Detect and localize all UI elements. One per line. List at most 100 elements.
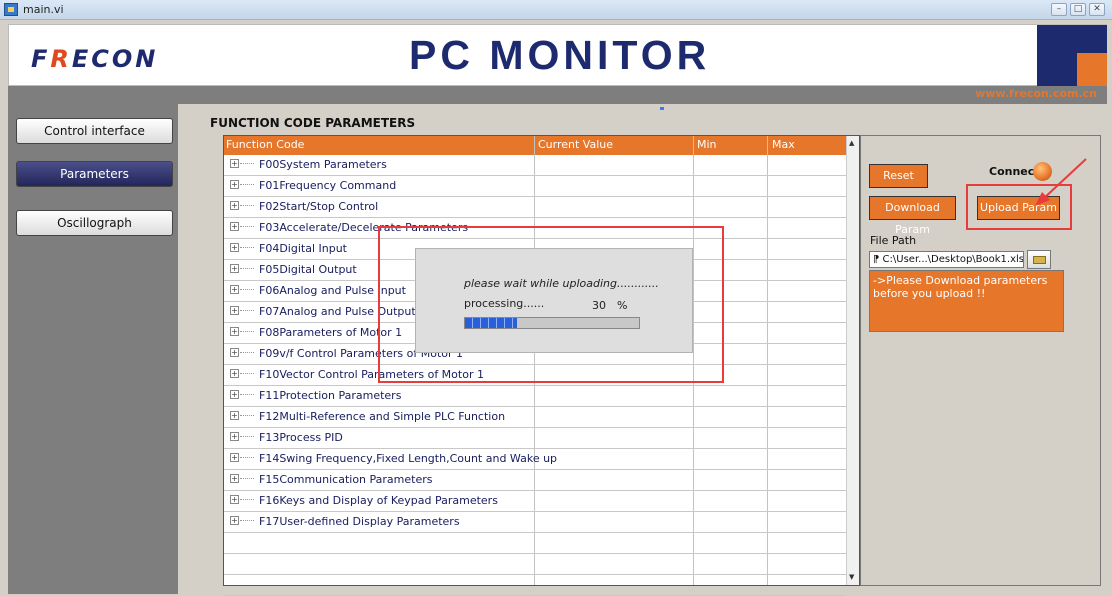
function-code-label: F13Process PID (259, 431, 343, 444)
frecon-logo: FRECON (31, 45, 159, 73)
column-header-min: Min (697, 138, 717, 151)
expand-plus-icon[interactable]: + (230, 411, 239, 420)
table-row[interactable] (224, 554, 846, 575)
expand-plus-icon[interactable]: + (230, 432, 239, 441)
tree-connector (240, 247, 254, 248)
dialog-processing-text: processing...... (464, 297, 545, 310)
function-code-label: F16Keys and Display of Keypad Parameters (259, 494, 498, 507)
tree-connector (240, 394, 254, 395)
table-scrollbar[interactable]: ▲ ▼ (846, 136, 859, 585)
tree-connector (240, 226, 254, 227)
tree-connector (240, 478, 254, 479)
tree-connector (240, 415, 254, 416)
maximize-button[interactable]: □ (1070, 3, 1086, 16)
scroll-up-arrow-icon[interactable]: ▲ (849, 139, 854, 147)
close-button[interactable]: ✕ (1089, 3, 1105, 16)
expand-plus-icon[interactable]: + (230, 516, 239, 525)
expand-plus-icon[interactable]: + (230, 327, 239, 336)
dialog-percent-value: 30 (592, 299, 606, 312)
nav-oscillograph-button[interactable]: Oscillograph (16, 210, 173, 236)
tree-connector (240, 436, 254, 437)
tree-connector (240, 352, 254, 353)
column-header-current-value: Current Value (538, 138, 614, 151)
table-row[interactable]: + F14Swing Frequency,Fixed Length,Count a… (224, 449, 846, 470)
header-decoration-accent (1077, 25, 1107, 87)
expand-plus-icon[interactable]: + (230, 264, 239, 273)
browse-folder-button[interactable] (1027, 250, 1051, 269)
expand-plus-icon[interactable]: + (230, 306, 239, 315)
function-code-label: F05Digital Output (259, 263, 357, 276)
expand-plus-icon[interactable]: + (230, 348, 239, 357)
table-row[interactable]: + F16Keys and Display of Keypad Parameter… (224, 491, 846, 512)
website-url: www.frecon.com.cn (975, 87, 1097, 100)
labview-app-icon (4, 3, 18, 16)
function-code-label: F11Protection Parameters (259, 389, 402, 402)
progress-bar-fill (465, 318, 518, 328)
page-title: PC MONITOR (409, 32, 711, 78)
tree-connector (240, 331, 254, 332)
expand-plus-icon[interactable]: + (230, 495, 239, 504)
column-header-max: Max (772, 138, 795, 151)
table-row[interactable] (224, 533, 846, 554)
tree-connector (240, 163, 254, 164)
column-header-function-code: Function Code (226, 138, 305, 151)
tree-connector (240, 268, 254, 269)
table-row[interactable]: + F11Protection Parameters (224, 386, 846, 407)
table-row[interactable]: + F15Communication Parameters (224, 470, 846, 491)
table-row[interactable]: + F02Start/Stop Control (224, 197, 846, 218)
function-code-label: F15Communication Parameters (259, 473, 433, 486)
tree-connector (240, 310, 254, 311)
table-header: Function Code Current Value Min Max (224, 136, 846, 155)
table-row[interactable] (224, 575, 846, 596)
tree-connector (240, 457, 254, 458)
table-row[interactable]: + F00System Parameters (224, 155, 846, 176)
table-row[interactable]: + F01Frequency Command (224, 176, 846, 197)
expand-plus-icon[interactable]: + (230, 222, 239, 231)
function-code-label: F00System Parameters (259, 158, 387, 171)
url-bar: www.frecon.com.cn (8, 86, 1107, 104)
file-path-field[interactable]: ⁋ C:\User...\Desktop\Book1.xls (869, 251, 1024, 268)
scroll-down-arrow-icon[interactable]: ▼ (849, 573, 854, 581)
expand-plus-icon[interactable]: + (230, 201, 239, 210)
expand-plus-icon[interactable]: + (230, 159, 239, 168)
expand-plus-icon[interactable]: + (230, 453, 239, 462)
tree-connector (240, 520, 254, 521)
minimize-button[interactable]: – (1051, 3, 1067, 16)
expand-plus-icon[interactable]: + (230, 180, 239, 189)
tree-connector (240, 499, 254, 500)
status-message: ->Please Download parameters before you … (869, 270, 1064, 332)
header-decoration (1037, 25, 1077, 87)
table-row[interactable]: + F12Multi-Reference and Simple PLC Funct… (224, 407, 846, 428)
sidebar: Control interface Parameters Oscillograp… (8, 104, 178, 594)
dialog-percent-sign: % (617, 299, 628, 312)
nav-control-interface-button[interactable]: Control interface (16, 118, 173, 144)
table-row[interactable]: + F13Process PID (224, 428, 846, 449)
tree-connector (240, 205, 254, 206)
expand-plus-icon[interactable]: + (230, 285, 239, 294)
function-code-label: F04Digital Input (259, 242, 347, 255)
upload-progress-bar (464, 317, 640, 329)
tree-connector (240, 289, 254, 290)
function-code-label: F01Frequency Command (259, 179, 397, 192)
nav-parameters-button[interactable]: Parameters (16, 161, 173, 187)
dialog-wait-text: please wait while uploading............ (464, 277, 659, 290)
header-banner: FRECON PC MONITOR (8, 24, 1107, 87)
expand-plus-icon[interactable]: + (230, 474, 239, 483)
expand-plus-icon[interactable]: + (230, 390, 239, 399)
function-code-label: F12Multi-Reference and Simple PLC Functi… (259, 410, 506, 423)
file-path-label: File Path (870, 234, 917, 247)
reset-button[interactable]: Reset (869, 164, 928, 188)
tree-connector (240, 184, 254, 185)
folder-icon (1033, 256, 1046, 264)
expand-plus-icon[interactable]: + (230, 369, 239, 378)
upload-progress-dialog: please wait while uploading............ … (415, 248, 693, 353)
table-row[interactable]: + F17User-defined Display Parameters (224, 512, 846, 533)
function-code-label: F02Start/Stop Control (259, 200, 379, 213)
function-code-label: F14Swing Frequency,Fixed Length,Count an… (259, 452, 558, 465)
tree-connector (240, 373, 254, 374)
download-param-button[interactable]: Download Param (869, 196, 956, 236)
expand-plus-icon[interactable]: + (230, 243, 239, 252)
window-title: main.vi (23, 3, 64, 16)
annotation-arrow-icon (1035, 158, 1087, 206)
window-titlebar: main.vi – □ ✕ (0, 0, 1112, 20)
